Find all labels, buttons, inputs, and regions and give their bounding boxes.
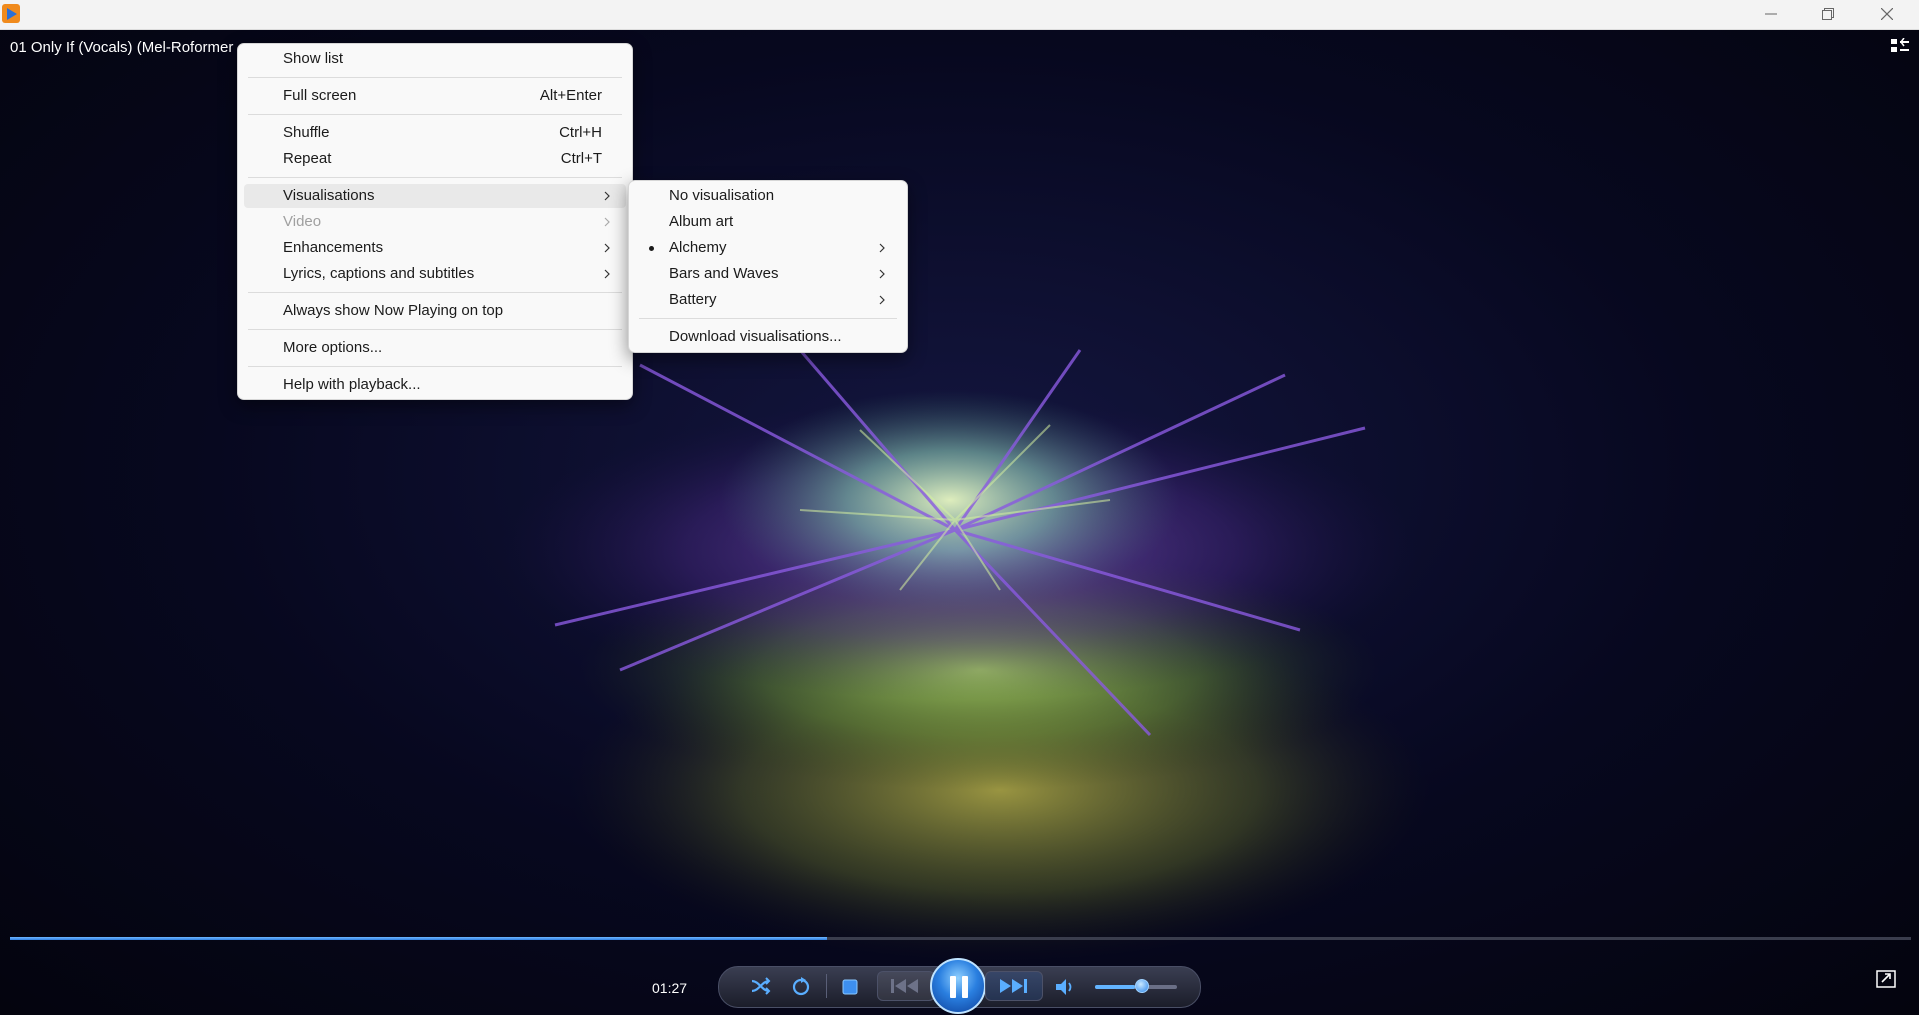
volume-level: [1095, 985, 1136, 989]
title-bar: [0, 0, 1919, 30]
repeat-icon[interactable]: [791, 977, 811, 996]
chevron-right-icon: [879, 269, 885, 279]
menu-separator: [639, 318, 897, 319]
menu-item-shuffle[interactable]: Shuffle Ctrl+H: [244, 121, 626, 145]
menu-separator: [248, 292, 622, 293]
menu-separator: [248, 114, 622, 115]
chevron-right-icon: [879, 295, 885, 305]
menu-item-repeat[interactable]: Repeat Ctrl+T: [244, 147, 626, 171]
minimize-button[interactable]: [1742, 0, 1800, 29]
menu-item-always-on-top[interactable]: Always show Now Playing on top: [244, 299, 626, 323]
menu-item-no-visualisation[interactable]: No visualisation: [635, 184, 901, 208]
menu-separator: [248, 366, 622, 367]
menu-item-enhancements[interactable]: Enhancements: [244, 236, 626, 260]
menu-item-more-options[interactable]: More options...: [244, 336, 626, 360]
show-playlist-icon[interactable]: [1891, 38, 1909, 54]
next-icon: [1000, 979, 1027, 993]
switch-to-library-icon[interactable]: [1876, 970, 1896, 988]
menu-item-album-art[interactable]: Album art: [635, 210, 901, 234]
menu-item-download-visualisations[interactable]: Download visualisations...: [635, 325, 901, 349]
menu-item-bars-and-waves[interactable]: Bars and Waves: [635, 262, 901, 286]
volume-slider-handle[interactable]: [1135, 979, 1149, 993]
elapsed-time: 01:27: [652, 980, 688, 996]
restore-icon: [1822, 8, 1834, 20]
seek-bar-progress: [10, 937, 828, 940]
previous-icon: [891, 979, 918, 993]
seek-bar[interactable]: [10, 937, 1911, 940]
menu-item-alchemy[interactable]: Alchemy: [635, 236, 901, 260]
stop-icon[interactable]: [842, 979, 858, 995]
menu-item-help-with-playback[interactable]: Help with playback...: [244, 373, 626, 397]
volume-icon[interactable]: [1055, 978, 1075, 996]
close-button[interactable]: [1858, 0, 1916, 29]
minimize-icon: [1765, 13, 1777, 15]
restore-button[interactable]: [1799, 0, 1857, 29]
media-player-app-icon[interactable]: [2, 4, 20, 23]
chevron-right-icon: [604, 243, 610, 253]
chevron-right-icon: [879, 243, 885, 253]
pause-icon: [950, 976, 968, 998]
pause-button[interactable]: [930, 958, 986, 1014]
controls-divider: [826, 974, 827, 998]
next-button[interactable]: [985, 971, 1043, 1001]
menu-item-lyrics-captions-subtitles[interactable]: Lyrics, captions and subtitles: [244, 262, 626, 286]
chevron-right-icon: [604, 269, 610, 279]
selected-bullet-icon: [649, 246, 654, 251]
menu-item-video: Video: [244, 210, 626, 234]
shuffle-icon[interactable]: [751, 977, 771, 995]
menu-item-full-screen[interactable]: Full screen Alt+Enter: [244, 84, 626, 108]
menu-item-battery[interactable]: Battery: [635, 288, 901, 312]
chevron-right-icon: [604, 217, 610, 227]
now-playing-context-menu: Show list Full screen Alt+Enter Shuffle …: [237, 43, 633, 400]
close-icon: [1881, 8, 1893, 20]
menu-separator: [248, 177, 622, 178]
menu-separator: [248, 77, 622, 78]
menu-separator: [248, 329, 622, 330]
menu-item-visualisations[interactable]: Visualisations: [244, 184, 626, 208]
visualisations-submenu: No visualisation Album art Alchemy Bars …: [628, 180, 908, 353]
menu-item-show-list[interactable]: Show list: [244, 47, 626, 71]
previous-button[interactable]: [877, 971, 935, 1001]
track-title: 01 Only If (Vocals) (Mel-Roformer: [10, 39, 234, 56]
chevron-right-icon: [604, 191, 610, 201]
